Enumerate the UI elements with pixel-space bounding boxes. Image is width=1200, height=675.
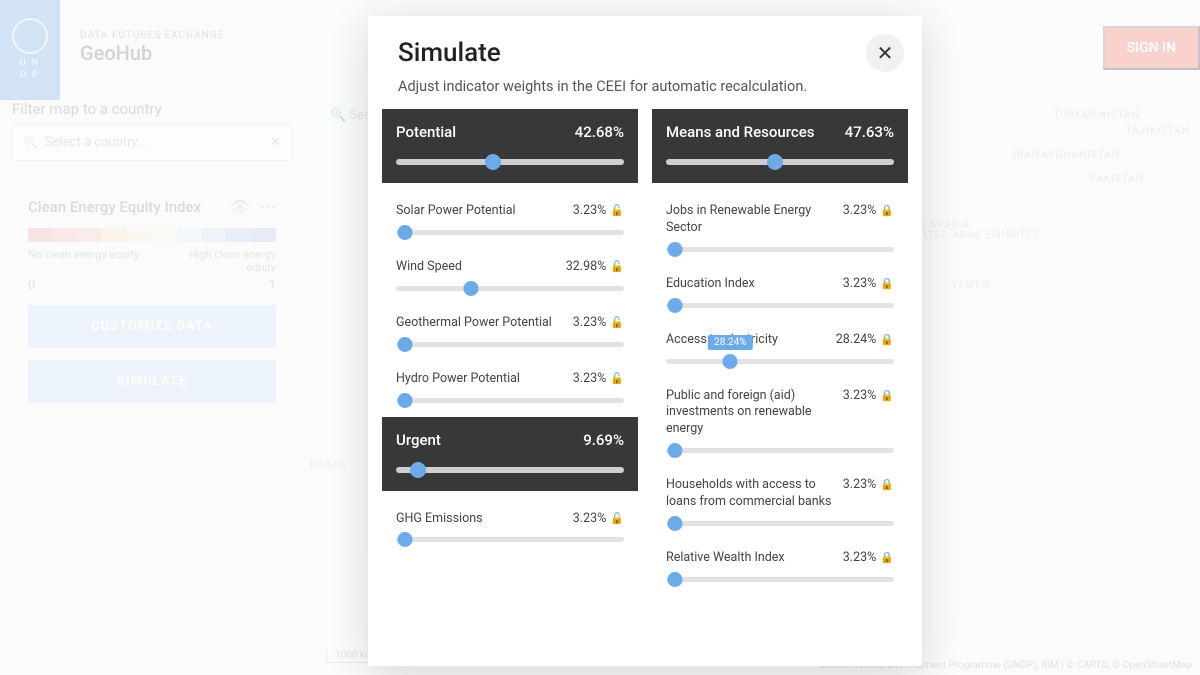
indicator-label: Hydro Power Potential (396, 371, 565, 388)
slider-thumb[interactable] (464, 281, 479, 296)
indicator-value: 28.24% (836, 332, 877, 347)
indicator-slider[interactable] (666, 577, 894, 582)
simulate-modal: Simulate Adjust indicator weights in the… (368, 16, 922, 666)
slider-thumb[interactable] (668, 298, 683, 313)
unlock-icon[interactable]: 🔓 (610, 204, 624, 217)
indicator-slider[interactable] (666, 303, 894, 308)
indicator-slider[interactable] (666, 247, 894, 252)
unlock-icon[interactable]: 🔓 (610, 372, 624, 385)
indicator-label: Solar Power Potential (396, 203, 565, 220)
indicator-value: 3.23% (573, 315, 607, 330)
indicator-label: Wind Speed (396, 259, 558, 276)
unlock-icon[interactable]: 🔓 (610, 260, 624, 273)
lock-icon[interactable]: 🔒 (880, 204, 894, 217)
indicator-slider[interactable]: 28.24% (666, 359, 894, 364)
category-slider[interactable] (666, 159, 894, 165)
slider-thumb[interactable] (668, 572, 683, 587)
category-slider[interactable] (396, 159, 624, 165)
close-icon[interactable]: ✕ (866, 34, 904, 72)
category-slider[interactable] (396, 467, 624, 473)
lock-icon[interactable]: 🔒 (880, 551, 894, 564)
indicator-label: Geothermal Power Potential (396, 315, 565, 332)
indicator: Relative Wealth Index 3.23%🔒 (652, 540, 908, 596)
category-potential: Potential 42.68% (382, 109, 638, 183)
indicator-value: 3.23% (573, 203, 607, 218)
indicator: Access to electricity 28.24%🔒 28.24% (652, 322, 908, 378)
slider-thumb[interactable] (668, 443, 683, 458)
slider-thumb[interactable] (723, 354, 738, 369)
indicator-slider[interactable] (396, 230, 624, 235)
indicator: Geothermal Power Potential 3.23%🔓 (382, 305, 638, 361)
indicator: Solar Power Potential 3.23%🔓 (382, 193, 638, 249)
indicator-slider[interactable] (396, 537, 624, 542)
indicator-label: Public and foreign (aid) investments on … (666, 388, 835, 439)
indicator-value: 32.98% (566, 259, 607, 274)
indicator-value: 3.23% (843, 203, 877, 218)
slider-thumb[interactable] (668, 516, 683, 531)
indicator-slider[interactable] (666, 448, 894, 453)
category-name: Potential (396, 123, 456, 141)
lock-icon[interactable]: 🔒 (880, 389, 894, 402)
indicator: Public and foreign (aid) investments on … (652, 378, 908, 468)
indicator-slider[interactable] (396, 286, 624, 291)
indicator-value: 3.23% (843, 388, 877, 403)
indicator-label: GHG Emissions (396, 511, 565, 528)
category-means-and-resources: Means and Resources 47.63% (652, 109, 908, 183)
category-name: Means and Resources (666, 123, 814, 141)
slider-thumb[interactable] (398, 532, 413, 547)
indicator: Wind Speed 32.98%🔓 (382, 249, 638, 305)
lock-icon[interactable]: 🔒 (880, 277, 894, 290)
indicator-label: Jobs in Renewable Energy Sector (666, 203, 835, 237)
slider-thumb[interactable] (398, 393, 413, 408)
indicator-value: 3.23% (573, 371, 607, 386)
lock-icon[interactable]: 🔒 (880, 478, 894, 491)
indicator-slider[interactable] (396, 398, 624, 403)
indicator-value: 3.23% (843, 276, 877, 291)
indicator-value: 3.23% (843, 477, 877, 492)
indicator: Hydro Power Potential 3.23%🔓 (382, 361, 638, 417)
slider-thumb[interactable] (398, 337, 413, 352)
indicator-label: Relative Wealth Index (666, 550, 835, 567)
indicator: Jobs in Renewable Energy Sector 3.23%🔒 (652, 193, 908, 266)
indicator: Households with access to loans from com… (652, 467, 908, 540)
modal-title: Simulate (398, 38, 892, 68)
category-name: Urgent (396, 431, 441, 449)
indicator-label: Households with access to loans from com… (666, 477, 835, 511)
category-value: 47.63% (845, 123, 894, 141)
category-urgent: Urgent 9.69% (382, 417, 638, 491)
indicator-slider[interactable] (666, 521, 894, 526)
indicator-slider[interactable] (396, 342, 624, 347)
slider-thumb[interactable] (668, 242, 683, 257)
category-value: 9.69% (583, 431, 624, 449)
indicator-value: 3.23% (843, 550, 877, 565)
indicator: Education Index 3.23%🔒 (652, 266, 908, 322)
unlock-icon[interactable]: 🔓 (610, 316, 624, 329)
slider-tooltip: 28.24% (708, 335, 752, 350)
slider-thumb[interactable] (398, 225, 413, 240)
modal-subtitle: Adjust indicator weights in the CEEI for… (398, 78, 892, 95)
unlock-icon[interactable]: 🔓 (610, 512, 624, 525)
indicator-value: 3.23% (573, 511, 607, 526)
lock-icon[interactable]: 🔒 (880, 333, 894, 346)
category-value: 42.68% (575, 123, 624, 141)
indicator: GHG Emissions 3.23%🔓 (382, 501, 638, 557)
indicator-label: Education Index (666, 276, 835, 293)
